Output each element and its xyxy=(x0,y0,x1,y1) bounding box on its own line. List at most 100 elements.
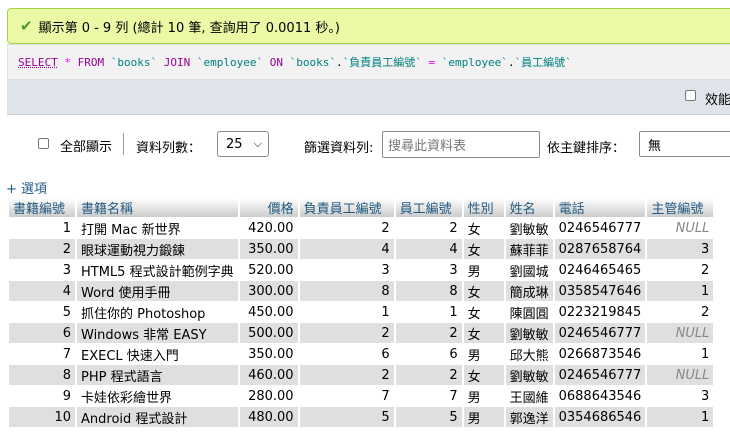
sql-dot: . xyxy=(335,55,343,69)
column-header-price[interactable]: 價格 xyxy=(239,198,298,217)
table-row[interactable]: 8 PHP 程式語言 460.00 2 2 女劉敏敏 0246546777 NULL xyxy=(9,365,714,385)
column-header-phone[interactable]: 電話 xyxy=(554,198,646,217)
cell-price: 450.00 xyxy=(239,302,298,322)
cell-gender: 女 xyxy=(463,365,504,385)
table-row[interactable]: 3 HTML5 程式設計範例字典 520.00 3 3 男劉國城 0246465465 2 xyxy=(9,260,714,280)
table-row[interactable]: 7 EXECL 快速入門 350.00 6 6 男邱大熊 0266873546 1 xyxy=(9,344,714,364)
cell-employee-id: 3 xyxy=(395,260,462,280)
cell-book-id: 10 xyxy=(9,407,75,427)
column-header-manager-id[interactable]: 主管編號 xyxy=(647,198,714,217)
cell-price: 460.00 xyxy=(239,365,298,385)
cell-gender: 女 xyxy=(463,281,504,301)
cell-price: 350.00 xyxy=(239,239,298,259)
column-header-gender[interactable]: 性別 xyxy=(463,198,504,217)
cell-phone: 0246546777 xyxy=(554,365,646,385)
cell-gender: 男 xyxy=(463,407,504,427)
cell-phone: 0246465465 xyxy=(554,260,646,280)
cell-employee-id: 6 xyxy=(395,344,462,364)
sql-equals: = xyxy=(428,55,436,69)
cell-book-id: 8 xyxy=(9,365,75,385)
table-row[interactable]: 1 打開 Mac 新世界 420.00 2 2 女劉敏敏 0246546777 NULL xyxy=(9,218,714,238)
cell-manager-id: NULL xyxy=(647,218,714,238)
cell-book-name: 打開 Mac 新世界 xyxy=(77,218,238,238)
sql-table-books: `books` xyxy=(110,55,158,69)
nav-divider xyxy=(123,133,124,155)
table-row[interactable]: 5 抓住你的 Photoshop 450.00 1 1 女陳圓圓 0223219845 2 xyxy=(9,302,714,322)
sql-from-keyword: FROM xyxy=(77,55,105,69)
cell-manager-id: 3 xyxy=(647,239,714,259)
sql-select-keyword[interactable]: SELECT xyxy=(18,56,58,69)
rows-per-page-select[interactable]: 25 ⌵ xyxy=(217,131,269,157)
table-row[interactable]: 4 Word 使用手冊 300.00 8 8 女簡成琳 0358547646 1 xyxy=(9,281,714,301)
filter-label: 篩選資料列: xyxy=(304,141,374,156)
success-message: 顯示第 0 - 9 列 (總計 10 筆, 查詢用了 0.0011 秒。) xyxy=(38,20,340,36)
show-all-checkbox[interactable] xyxy=(38,138,49,149)
rows-per-page-value: 25 xyxy=(226,136,243,152)
cell-phone: 0287658764 xyxy=(554,239,646,259)
table-row[interactable]: 6 Windows 非常 EASY 500.00 2 2 女劉敏敏 0246546777 NU… xyxy=(9,323,714,343)
cell-gender: 女 xyxy=(463,302,504,322)
success-message-bar: ✔ 顯示第 0 - 9 列 (總計 10 筆, 查詢用了 0.0011 秒。) xyxy=(7,8,730,44)
cell-employee-id: 4 xyxy=(395,239,462,259)
results-table: 書籍編號 書籍名稱 價格 負責員工編號 員工編號 性別 姓名 電話 主管編號 1… xyxy=(7,197,715,428)
cell-name: 陳圓圓 xyxy=(505,302,553,322)
options-link[interactable]: + 選項 xyxy=(6,178,47,197)
column-header-name[interactable]: 姓名 xyxy=(505,198,553,217)
column-header-employee-id[interactable]: 員工編號 xyxy=(395,198,462,217)
sql-table-employee-ref: `employee` xyxy=(441,55,508,69)
sort-by-key-value: 無 xyxy=(648,138,662,154)
sql-column-left: `負責員工編號` xyxy=(342,56,422,69)
cell-book-id: 7 xyxy=(9,344,75,364)
cell-employee-id: 5 xyxy=(395,407,462,427)
cell-book-id: 4 xyxy=(9,281,75,301)
cell-price: 300.00 xyxy=(239,281,298,301)
filter-input[interactable]: 搜尋此資料表 xyxy=(382,131,540,158)
column-header-book-id[interactable]: 書籍編號 xyxy=(9,198,75,217)
cell-responsible-employee-id: 2 xyxy=(299,323,394,343)
table-header-row: 書籍編號 書籍名稱 價格 負責員工編號 員工編號 性別 姓名 電話 主管編號 xyxy=(9,198,714,217)
cell-employee-id: 2 xyxy=(395,218,462,238)
cell-gender: 女 xyxy=(463,239,504,259)
cell-responsible-employee-id: 8 xyxy=(299,281,394,301)
cell-gender: 女 xyxy=(463,323,504,343)
cell-book-name: 卡娃依彩繪世界 xyxy=(77,386,238,406)
profiling-label: 效能 xyxy=(705,93,730,108)
cell-gender: 女 xyxy=(463,218,504,238)
cell-book-id: 9 xyxy=(9,386,75,406)
cell-manager-id: 1 xyxy=(647,344,714,364)
filter-input-placeholder: 搜尋此資料表 xyxy=(388,139,467,154)
table-row[interactable]: 2 眼球運動視力鍛鍊 350.00 4 4 女蘇菲菲 0287658764 3 xyxy=(9,239,714,259)
cell-phone: 0246546777 xyxy=(554,218,646,238)
cell-phone: 0223219845 xyxy=(554,302,646,322)
show-all-label: 全部顯示 xyxy=(60,140,113,155)
sort-by-key-select[interactable]: 無 xyxy=(639,131,730,157)
query-options-bar: 效能 xyxy=(7,80,730,115)
cell-book-id: 5 xyxy=(9,302,75,322)
navigation-row: 全部顯示 資料列數： 25 ⌵ 篩選資料列: 搜尋此資料表 依主鍵排序： 無 xyxy=(0,128,730,162)
cell-book-id: 6 xyxy=(9,323,75,343)
cell-responsible-employee-id: 4 xyxy=(299,239,394,259)
cell-book-id: 1 xyxy=(9,218,75,238)
table-row[interactable]: 9 卡娃依彩繪世界 280.00 7 7 男王國維 0688643546 3 xyxy=(9,386,714,406)
cell-manager-id: 2 xyxy=(647,260,714,280)
chevron-down-icon: ⌵ xyxy=(253,137,262,150)
table-row[interactable]: 10 Android 程式設計 480.00 5 5 男郭逸洋 0354686546 1 xyxy=(9,407,714,427)
cell-gender: 男 xyxy=(463,386,504,406)
cell-book-name: 抓住你的 Photoshop xyxy=(77,302,238,322)
cell-employee-id: 2 xyxy=(395,365,462,385)
column-header-responsible-employee-id[interactable]: 負責員工編號 xyxy=(299,198,394,217)
cell-book-name: 眼球運動視力鍛鍊 xyxy=(77,239,238,259)
cell-responsible-employee-id: 5 xyxy=(299,407,394,427)
sql-on-keyword: ON xyxy=(269,55,283,69)
cell-name: 劉敏敏 xyxy=(505,218,553,238)
column-header-book-name[interactable]: 書籍名稱 xyxy=(77,198,238,217)
cell-employee-id: 8 xyxy=(395,281,462,301)
cell-employee-id: 1 xyxy=(395,302,462,322)
cell-responsible-employee-id: 2 xyxy=(299,365,394,385)
cell-responsible-employee-id: 2 xyxy=(299,218,394,238)
sql-table-books-ref: `books` xyxy=(289,55,336,69)
profiling-checkbox[interactable] xyxy=(685,90,696,101)
sql-table-employee: `employee` xyxy=(196,55,264,69)
cell-name: 劉國城 xyxy=(505,260,553,280)
cell-manager-id: 2 xyxy=(647,302,714,322)
